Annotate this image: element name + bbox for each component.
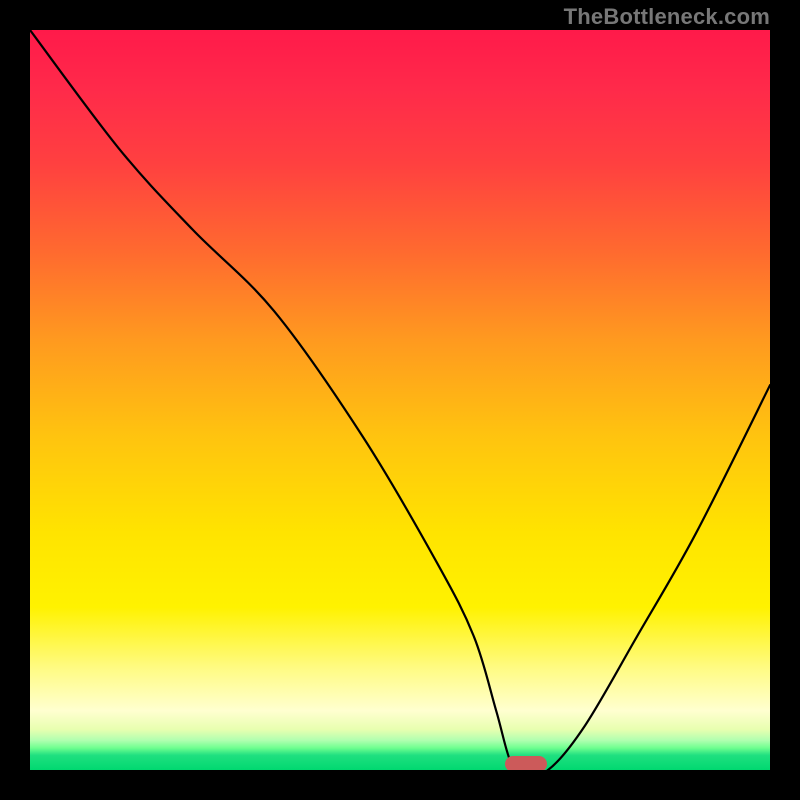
plot-area bbox=[30, 30, 770, 770]
chart-frame: TheBottleneck.com bbox=[0, 0, 800, 800]
optimum-marker bbox=[505, 756, 547, 770]
bottleneck-curve bbox=[30, 30, 770, 770]
watermark-text: TheBottleneck.com bbox=[564, 4, 770, 30]
